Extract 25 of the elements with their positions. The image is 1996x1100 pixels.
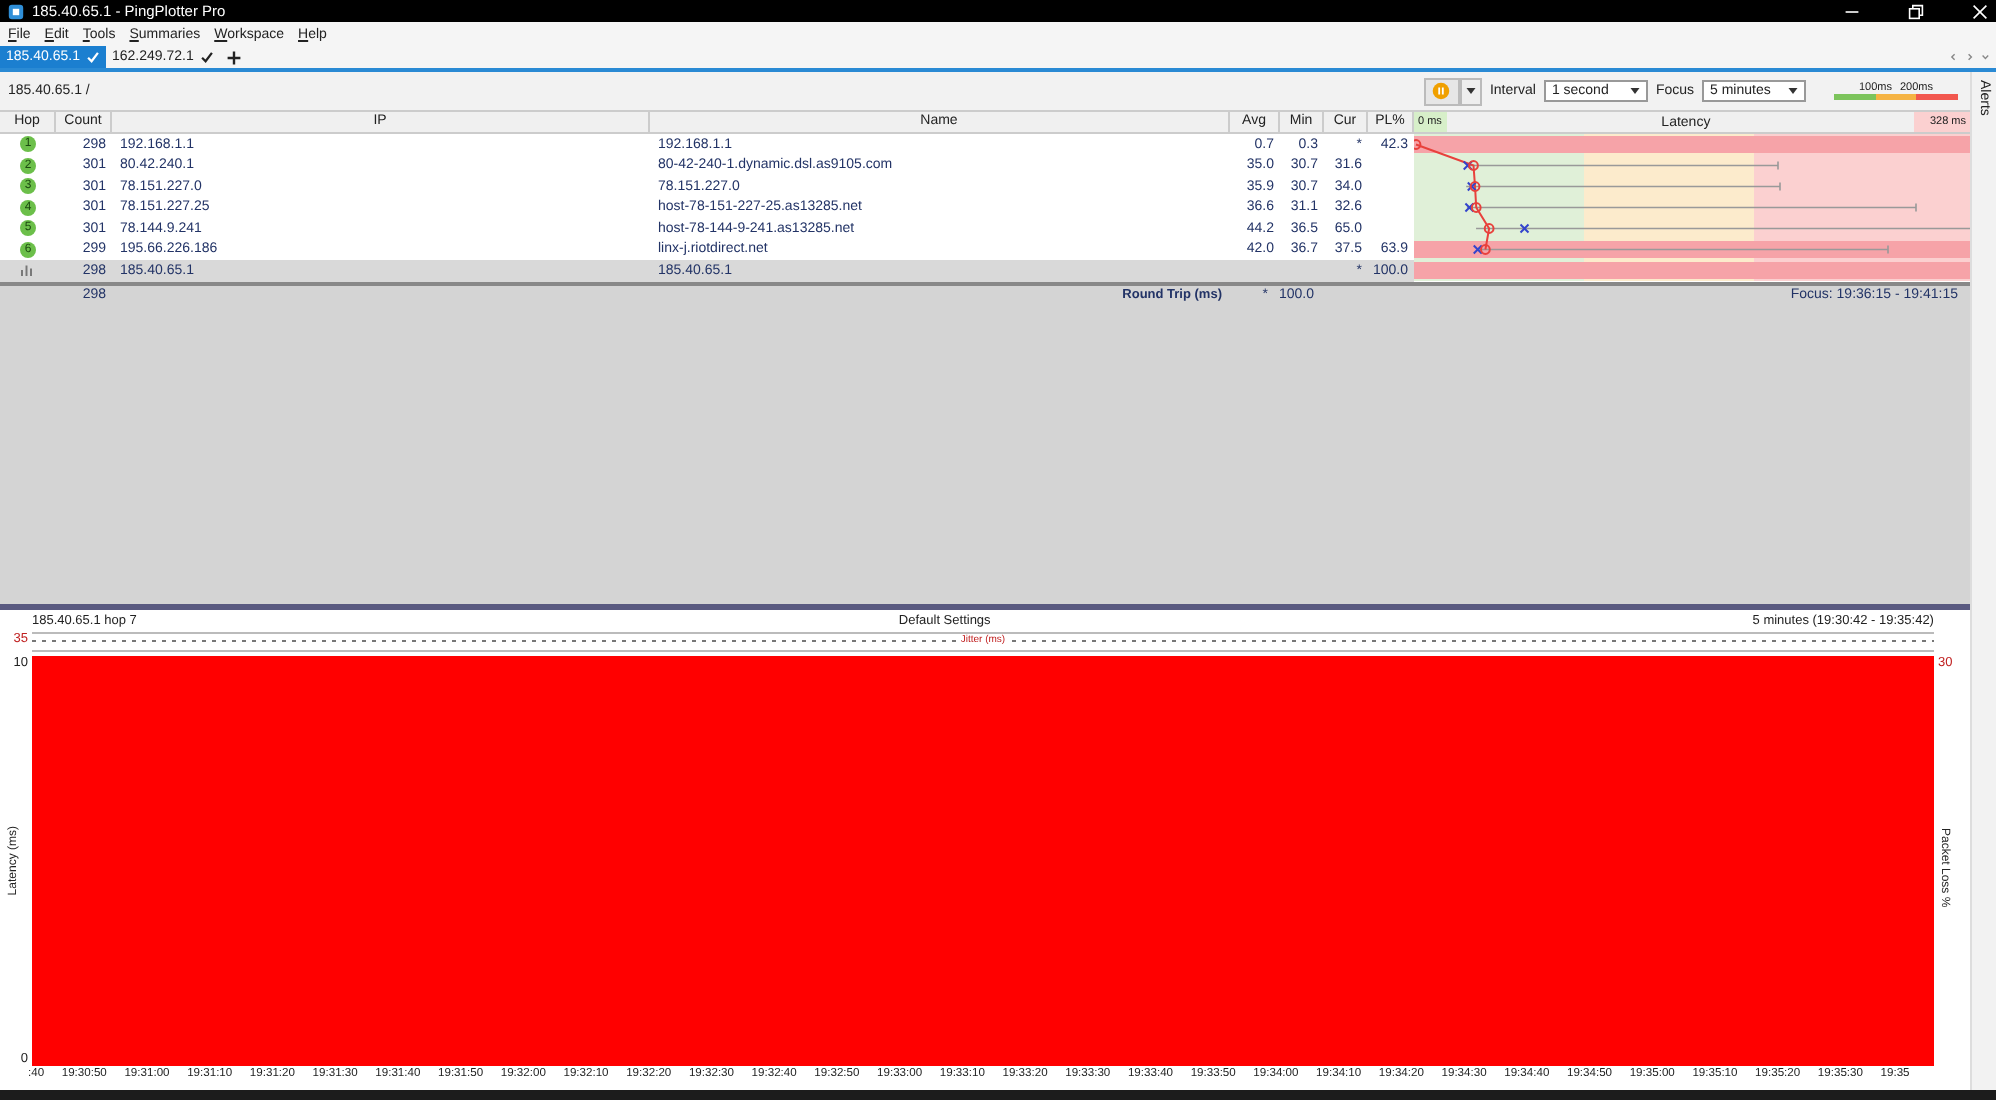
caret-icon xyxy=(1629,88,1640,94)
dropdown-button[interactable] xyxy=(1459,77,1482,105)
average-latency-marker xyxy=(1483,223,1495,234)
pause-icon xyxy=(1432,82,1451,100)
current-latency-marker xyxy=(1462,160,1473,171)
check-icon xyxy=(199,50,214,64)
bar-chart-icon xyxy=(20,264,36,277)
current-latency-marker xyxy=(1464,202,1475,213)
current-latency-marker xyxy=(1519,223,1530,234)
average-latency-marker xyxy=(1480,244,1491,255)
check-icon xyxy=(85,50,100,64)
current-latency-marker xyxy=(1466,181,1477,192)
average-latency-marker xyxy=(1470,202,1482,213)
average-latency-marker xyxy=(1469,181,1481,192)
current-latency-marker xyxy=(1472,244,1483,255)
average-latency-line xyxy=(1415,143,1491,251)
tab-scroll-icon[interactable] xyxy=(1948,50,1992,64)
caret-icon xyxy=(1788,88,1798,94)
close-icon[interactable] xyxy=(1972,3,1988,19)
caret-icon xyxy=(1465,88,1476,94)
add-tab-icon[interactable] xyxy=(225,49,242,65)
average-latency-marker xyxy=(1468,160,1479,171)
average-latency-marker xyxy=(1414,139,1422,150)
latency-scale-bar xyxy=(1834,94,1958,100)
restore-icon[interactable] xyxy=(1908,3,1924,19)
